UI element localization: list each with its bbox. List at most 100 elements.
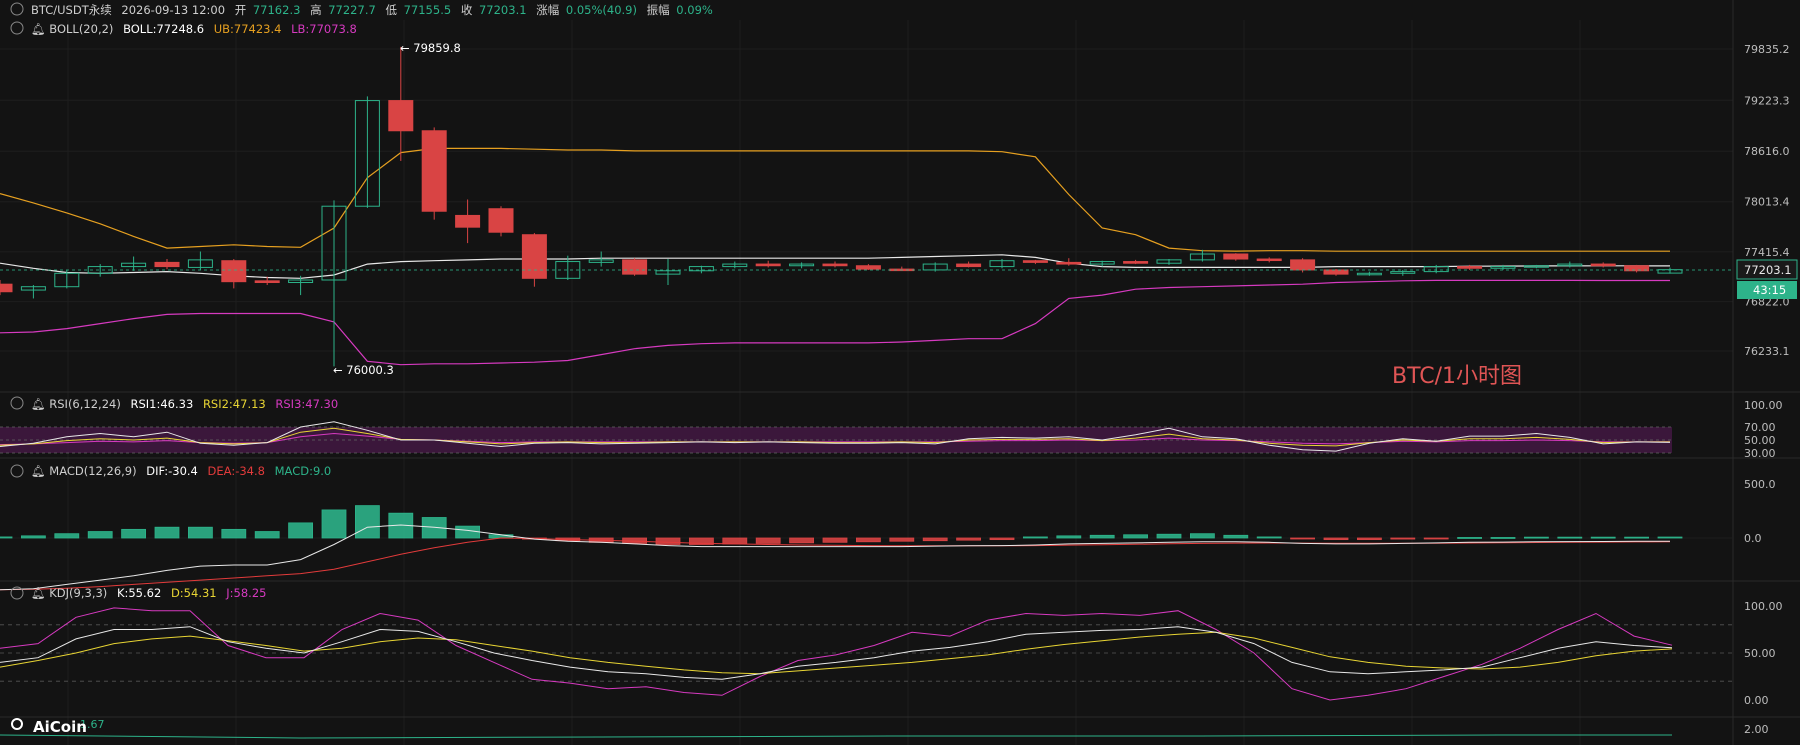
macd-axis-label: 0.0: [1744, 532, 1762, 545]
amp-value: 0.09%: [676, 3, 713, 17]
candle-body: [154, 261, 180, 268]
macd-histogram-bar: [121, 528, 146, 539]
macd-histogram-bar: [455, 525, 481, 539]
macd-histogram-bar: [254, 531, 280, 539]
candle-body: [421, 130, 447, 212]
price-axis-label: 79223.3: [1744, 94, 1790, 107]
high-value: 77227.7: [328, 3, 376, 17]
macd-histogram-bar: [722, 537, 748, 545]
candle-body: [521, 234, 547, 279]
macd-histogram-bar: [755, 537, 781, 544]
macd-histogram-bar: [1323, 537, 1349, 541]
macd-axis-label: 500.0: [1744, 478, 1776, 491]
datetime: 2026-09-13 12:00: [121, 3, 225, 17]
macd-histogram-bar: [321, 509, 347, 539]
candle-body: [755, 263, 781, 267]
macd-histogram-bar: [1557, 536, 1583, 539]
kdj-axis-label: 100.00: [1744, 600, 1783, 613]
macd-histogram-bar: [20, 535, 46, 539]
kdj-axis-label: 50.00: [1744, 647, 1776, 660]
macd-histogram-bar: [655, 537, 681, 545]
svg-text:🔔︎ MACD(12,26,9): 🔔︎ MACD(12,26,9) DIF:-30.4 DEA:-34.8 MAC…: [31, 464, 331, 478]
macd-histogram-bar: [922, 537, 948, 542]
logo-text: AiCoin: [33, 718, 87, 736]
candle-body: [956, 263, 982, 268]
candle-body: [388, 100, 414, 132]
macd-legend: 🔔︎ MACD(12,26,9) DIF:-30.4 DEA:-34.8 MAC…: [10, 464, 331, 478]
macd-histogram-bar: [1624, 536, 1649, 539]
rsi-axis-label: 100.00: [1744, 399, 1783, 412]
macd-histogram-bar: [822, 537, 848, 543]
macd-histogram-bar: [789, 537, 814, 544]
macd-histogram-bar: [1123, 534, 1148, 539]
macd-histogram-bar: [354, 505, 380, 539]
macd-histogram-bar: [1357, 537, 1382, 541]
kdj-axis-label: 0.00: [1744, 694, 1769, 707]
candle-body: [1056, 261, 1082, 265]
macd-histogram-bar: [1256, 536, 1282, 539]
svg-text:BTC/USDT永续 2026-09-13 12: BTC/USDT永续 2026-09-13 12:00 开 77162.3 高 …: [31, 3, 713, 17]
macd-histogram-bar: [54, 533, 80, 539]
candle-body: [1256, 258, 1282, 262]
candle-body: [254, 280, 280, 284]
bell-icon: 🔔︎: [31, 586, 46, 600]
candle-body: [1223, 253, 1249, 260]
candle-body: [1323, 269, 1349, 275]
price-axis-label: 78616.0: [1744, 145, 1790, 158]
macd-histogram-bar: [1056, 535, 1082, 539]
chart-canvas[interactable]: 79835.279223.378616.078013.477415.476822…: [0, 0, 1800, 745]
close-value: 77203.1: [479, 3, 527, 17]
low-value: 77155.5: [404, 3, 452, 17]
macd-histogram-bar: [1156, 533, 1182, 539]
bell-icon: 🔔︎: [31, 397, 46, 411]
macd-histogram-bar: [1190, 533, 1215, 539]
rsi-legend: 🔔︎ RSI(6,12,24) RSI1:46.33 RSI2:47.13 RS…: [10, 396, 338, 411]
candle-body: [455, 214, 481, 228]
change-value: 0.05%(40.9): [566, 3, 637, 17]
macd-histogram-bar: [1023, 536, 1048, 539]
watermark-text: BTC/1小时图: [1392, 364, 1522, 389]
candle-body: [622, 259, 648, 275]
price-axis-label: 77415.4: [1744, 246, 1790, 259]
candle-body: [1457, 266, 1483, 269]
bell-icon: 🔔︎: [31, 464, 46, 478]
rsi-axis-label: 30.00: [1744, 447, 1776, 460]
macd-histogram-bar: [1590, 536, 1616, 539]
macd-histogram-bar: [87, 531, 113, 539]
candle-body: [1290, 259, 1316, 271]
candle-body: [1590, 263, 1616, 267]
candle-body: [221, 260, 247, 283]
countdown-value: 43:15: [1753, 283, 1786, 297]
chart-background: [0, 0, 1800, 745]
price-axis-label: 79835.2: [1744, 43, 1790, 56]
macd-histogram-bar: [1089, 534, 1115, 539]
macd-histogram-bar: [889, 537, 915, 542]
macd-histogram-bar: [1223, 534, 1249, 539]
macd-histogram-bar: [1457, 537, 1482, 539]
macd-histogram-bar: [187, 526, 213, 539]
svg-text:🔔︎ RSI(6,12,24) R: 🔔︎ RSI(6,12,24) RSI1:46.33 RSI2:47.13 RS…: [31, 397, 338, 411]
svg-text:🔔︎ KDJ(9,3,3) K:5: 🔔︎ KDJ(9,3,3) K:55.62 D:54.31 J:58.25: [31, 586, 266, 600]
rsi-axis-label: 50.00: [1744, 434, 1776, 447]
macd-histogram-bar: [1657, 536, 1683, 539]
svg-text:🔔︎ BOLL(20,2) BOL: 🔔︎ BOLL(20,2) BOLL:77248.6 UB:77423.4 LB…: [31, 22, 357, 36]
low-marker: ← 76000.3: [333, 363, 394, 377]
bottom-axis-label: 2.00: [1744, 723, 1769, 736]
macd-histogram-bar: [221, 528, 247, 539]
macd-histogram-bar: [1390, 537, 1416, 540]
price-axis-label: 78013.4: [1744, 196, 1790, 209]
macd-histogram-bar: [288, 522, 314, 539]
candle-body: [488, 208, 514, 233]
macd-histogram-bar: [1423, 537, 1449, 540]
macd-histogram-bar: [154, 526, 180, 539]
kdj-legend: 🔔︎ KDJ(9,3,3) K:55.62 D:54.31 J:58.25: [10, 586, 266, 600]
macd-histogram-bar: [1490, 537, 1516, 539]
macd-histogram-bar: [1290, 537, 1315, 540]
current-price-value: 77203.1: [1744, 263, 1792, 277]
macd-histogram-bar: [956, 537, 981, 541]
candle-body: [1022, 260, 1048, 263]
high-marker: ← 79859.8: [400, 41, 461, 55]
candle-body: [1123, 261, 1149, 264]
candle-body: [0, 283, 13, 293]
rsi-axis-label: 70.00: [1744, 421, 1776, 434]
